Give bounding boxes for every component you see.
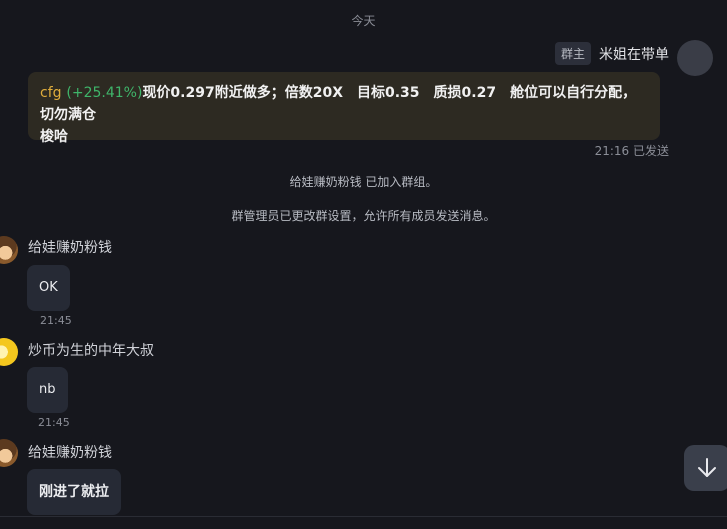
owner-badge: 群主	[554, 42, 591, 65]
sender-name[interactable]: 给娃赚奶粉钱	[28, 237, 112, 257]
own-message-bubble[interactable]: cfg (+25.41%)现价0.297附近做多；倍数20X 目标0.35 质损…	[28, 72, 660, 145]
ticker-link[interactable]: cfg	[40, 85, 62, 101]
message-bubble[interactable]: OK	[27, 265, 70, 311]
date-separator: 今天	[351, 14, 376, 28]
yellow-avatar[interactable]	[0, 338, 18, 366]
scroll-to-bottom-button[interactable]	[684, 445, 727, 491]
face-avatar[interactable]	[0, 236, 18, 264]
own-message-header: 群主 米姐在带单	[554, 42, 669, 65]
own-message-meta: 21:16 已发送	[594, 144, 669, 158]
message-text-line2: 梭哈	[40, 129, 68, 145]
face-avatar[interactable]	[0, 439, 18, 467]
input-divider	[0, 516, 727, 517]
system-message-join: 给娃赚奶粉钱 已加入群组。	[289, 175, 438, 189]
sender-name[interactable]: 给娃赚奶粉钱	[28, 442, 112, 462]
message-time: 21:45	[40, 314, 72, 327]
message-time: 21:45	[38, 416, 70, 429]
chat-view: 今天 群主 米姐在带单 cfg (+25.41%)现价0.297附近做多；倍数2…	[0, 0, 727, 529]
arrow-down-icon	[698, 458, 716, 477]
message-bubble[interactable]: nb	[27, 367, 68, 413]
message-bubble[interactable]: 刚进了就拉	[27, 469, 121, 515]
system-message-settings: 群管理员已更改群设置，允许所有成员发送消息。	[231, 209, 496, 223]
own-avatar[interactable]	[677, 40, 713, 76]
price-change: (+25.41%)	[66, 85, 143, 101]
sender-name[interactable]: 炒币为生的中年大叔	[28, 340, 154, 360]
own-sender-name[interactable]: 米姐在带单	[599, 44, 669, 64]
